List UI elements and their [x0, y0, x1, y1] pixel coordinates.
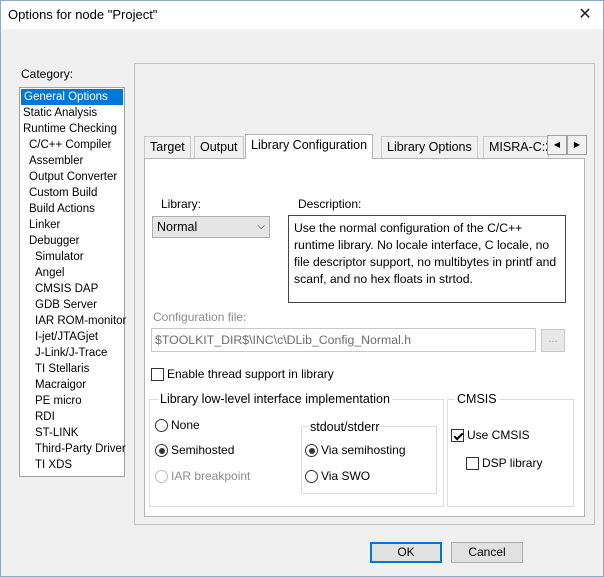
chevron-down-icon: ⌵: [257, 221, 265, 232]
dsp-library-label: DSP library: [482, 456, 543, 470]
tab-bar: Target Output Library Configuration Libr…: [144, 134, 584, 159]
category-item-static-analysis[interactable]: Static Analysis: [20, 105, 124, 121]
title-bar: Options for node "Project" ✕: [1, 1, 603, 29]
low-level-semihosted-radio[interactable]: [155, 444, 168, 457]
config-file-browse-button[interactable]: ...: [541, 329, 565, 352]
dialog-title: Options for node "Project": [8, 7, 158, 22]
use-cmsis-checkbox[interactable]: [451, 429, 464, 442]
category-list[interactable]: General Options Static Analysis Runtime Ch…: [19, 87, 126, 477]
category-label: Category:: [21, 67, 74, 81]
low-level-none-radio[interactable]: [155, 419, 168, 432]
category-item-runtime-checking[interactable]: Runtime Checking: [20, 121, 124, 137]
library-select[interactable]: Normal ⌵: [152, 216, 270, 238]
tab-scroll-right-icon[interactable]: ▶: [567, 135, 587, 155]
category-item-general-options[interactable]: General Options: [21, 89, 123, 105]
stdout-swo-radio[interactable]: [305, 470, 318, 483]
category-item-pe-micro[interactable]: PE micro: [20, 393, 124, 409]
ok-button[interactable]: OK: [370, 542, 442, 563]
category-item-rdi[interactable]: RDI: [20, 409, 124, 425]
cmsis-group: [447, 399, 574, 507]
category-item-custom-build[interactable]: Custom Build: [20, 185, 124, 201]
category-item-build-actions[interactable]: Build Actions: [20, 201, 124, 217]
stdout-semihosting-radio[interactable]: [305, 444, 318, 457]
config-file-label: Configuration file:: [153, 310, 247, 324]
stdout-swo-label: Via SWO: [321, 469, 371, 483]
tab-library-configuration[interactable]: Library Configuration: [245, 134, 374, 159]
category-item-i-jet-jtagjet[interactable]: I-jet/JTAGjet: [20, 329, 124, 345]
options-dialog: Options for node "Project" ✕ Category: G…: [0, 0, 604, 577]
thread-support-checkbox[interactable]: [151, 368, 164, 381]
category-item-third-party-driver[interactable]: Third-Party Driver: [20, 441, 126, 457]
library-select-value: Normal: [157, 220, 198, 234]
category-item-st-link[interactable]: ST-LINK: [20, 425, 124, 441]
cancel-button[interactable]: Cancel: [451, 542, 523, 563]
low-level-semihosted-label: Semihosted: [171, 443, 235, 457]
library-label: Library:: [161, 197, 202, 211]
low-level-interface-title: Library low-level interface implementati…: [158, 392, 392, 406]
description-label: Description:: [298, 197, 362, 211]
tab-output[interactable]: Output: [194, 136, 244, 158]
use-cmsis-label: Use CMSIS: [467, 428, 530, 442]
category-item-ti-xds[interactable]: TI XDS: [20, 457, 124, 473]
category-item-c-c-compiler[interactable]: C/C++ Compiler: [20, 137, 124, 153]
tab-library-options[interactable]: Library Options: [381, 136, 478, 158]
category-item-output-converter[interactable]: Output Converter: [20, 169, 124, 185]
category-item-linker[interactable]: Linker: [20, 217, 124, 233]
category-item-assembler[interactable]: Assembler: [20, 153, 124, 169]
low-level-none-label: None: [171, 418, 200, 432]
tab-scroll-arrows: ◀ ▶: [547, 135, 587, 155]
category-item-simulator[interactable]: Simulator: [20, 249, 124, 265]
cmsis-title: CMSIS: [455, 392, 499, 406]
category-item-ti-stellaris[interactable]: TI Stellaris: [20, 361, 124, 377]
thread-support-label: Enable thread support in library: [167, 367, 334, 381]
stdout-semihosting-label: Via semihosting: [321, 443, 406, 457]
tab-misra-c[interactable]: MISRA-C:2: [483, 136, 549, 158]
tab-scroll-left-icon[interactable]: ◀: [547, 135, 567, 155]
close-icon[interactable]: ✕: [573, 4, 597, 26]
config-file-input[interactable]: $TOOLKIT_DIR$\INC\c\DLib_Config_Normal.h: [151, 328, 536, 352]
stdout-stderr-title: stdout/stderr: [308, 420, 382, 434]
description-text: Use the normal configuration of the C/C+…: [288, 215, 566, 303]
category-item-gdb-server[interactable]: GDB Server: [20, 297, 124, 313]
category-item-angel[interactable]: Angel: [20, 265, 124, 281]
dsp-library-checkbox[interactable]: [466, 457, 479, 470]
stdout-stderr-group: [301, 426, 437, 494]
category-item-cmsis-dap[interactable]: CMSIS DAP: [20, 281, 124, 297]
category-item-j-link-j-trace[interactable]: J-Link/J-Trace: [20, 345, 124, 361]
low-level-iar-breakpoint-label: IAR breakpoint: [171, 469, 251, 483]
category-item-macraigor[interactable]: Macraigor: [20, 377, 124, 393]
category-item-debugger[interactable]: Debugger: [20, 233, 124, 249]
tab-target[interactable]: Target: [144, 136, 191, 158]
low-level-iar-breakpoint-radio[interactable]: [155, 470, 168, 483]
category-item-iar-rom-monitor[interactable]: IAR ROM-monitor: [20, 313, 126, 329]
